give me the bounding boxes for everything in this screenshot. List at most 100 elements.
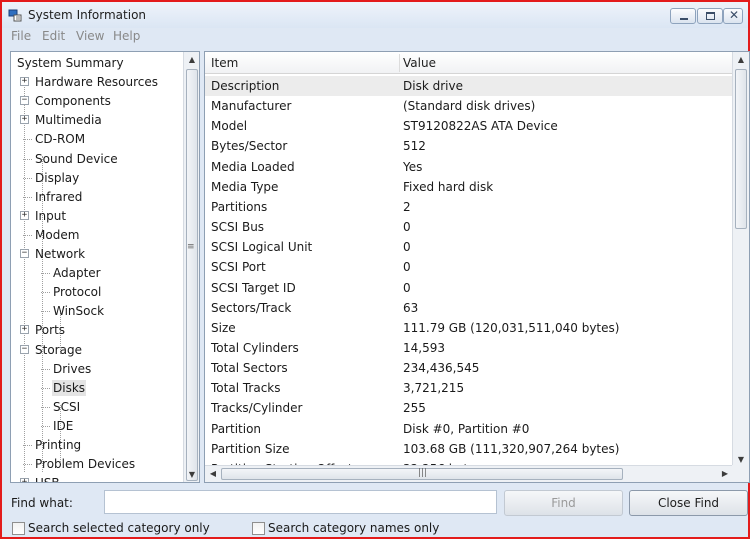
- tree-item-label: Problem Devices: [35, 457, 136, 472]
- row-value-cell: 0: [403, 240, 411, 255]
- tree-item-winsock[interactable]: WinSock: [53, 303, 104, 319]
- tree-item-printing[interactable]: Printing: [35, 437, 81, 453]
- menu-help[interactable]: Help: [113, 29, 140, 43]
- tree-item-label: Storage: [35, 342, 82, 357]
- column-value[interactable]: Value: [403, 56, 436, 70]
- table-row[interactable]: Partitions 2: [205, 197, 733, 217]
- row-value-cell: Fixed hard disk: [403, 179, 494, 194]
- minimize-button[interactable]: [670, 8, 696, 24]
- collapse-icon[interactable]: −: [20, 96, 29, 106]
- table-row[interactable]: Partition Size 103.68 GB (111,320,907,264…: [205, 439, 733, 459]
- expand-icon[interactable]: +: [20, 325, 29, 335]
- menu-view[interactable]: View: [76, 29, 104, 43]
- collapse-icon[interactable]: −: [20, 249, 29, 258]
- column-header: Item Value: [205, 52, 733, 74]
- row-value-cell: 0: [403, 260, 411, 275]
- window-title: System Information: [28, 8, 147, 22]
- table-row[interactable]: SCSI Logical Unit 0: [205, 237, 733, 257]
- tree-item-display[interactable]: Display: [35, 170, 79, 186]
- row-item-cell: Media Type: [211, 179, 279, 194]
- table-row[interactable]: Model ST9120822AS ATA Device: [205, 116, 733, 136]
- tree-item-infrared[interactable]: Infrared: [35, 189, 82, 205]
- tree-item-label: Printing: [35, 438, 82, 452]
- tree-item-storage[interactable]: Storage: [35, 342, 82, 358]
- find-input[interactable]: [104, 490, 497, 514]
- tree-item-drives[interactable]: Drives: [53, 361, 91, 377]
- tree-item-network[interactable]: Network: [35, 246, 85, 262]
- tree-item-usb[interactable]: USB: [35, 475, 60, 482]
- table-row[interactable]: Size 111.79 GB (120,031,511,040 bytes): [205, 318, 733, 338]
- table-row[interactable]: Manufacturer (Standard disk drives): [205, 96, 733, 116]
- tree-item-label: Adapter: [53, 266, 101, 281]
- search-selected-category-checkbox[interactable]: [12, 522, 25, 535]
- table-row[interactable]: Total Cylinders 14,593: [205, 338, 733, 358]
- table-row[interactable]: Media Type Fixed hard disk: [205, 177, 733, 197]
- close-button[interactable]: ✕: [723, 8, 743, 24]
- table-row[interactable]: Total Tracks 3,721,215: [205, 378, 733, 398]
- tree-item-multimedia[interactable]: Multimedia: [35, 112, 102, 128]
- menu-edit[interactable]: Edit: [42, 29, 65, 43]
- tree-item-sound-device[interactable]: Sound Device: [35, 151, 118, 167]
- find-what-label: Find what:: [11, 496, 73, 510]
- title-bar[interactable]: System Information ✕: [2, 2, 748, 28]
- tree-item-hardware-resources[interactable]: Hardware Resources: [35, 74, 158, 90]
- table-row[interactable]: SCSI Port 0: [205, 257, 733, 277]
- table-row[interactable]: Media Loaded Yes: [205, 157, 733, 177]
- column-separator[interactable]: [399, 54, 400, 72]
- tree-item-modem[interactable]: Modem: [35, 227, 79, 243]
- scroll-left-icon[interactable]: ◀: [205, 469, 221, 478]
- expand-icon[interactable]: +: [20, 210, 29, 220]
- list-vertical-scrollbar[interactable]: ▲ ▼: [732, 52, 749, 467]
- table-row[interactable]: Total Sectors 234,436,545: [205, 358, 733, 378]
- row-item-cell: Partition Size: [211, 441, 290, 456]
- category-tree[interactable]: System Summary Hardware Resources + Compone…: [10, 51, 200, 483]
- row-item-cell: Tracks/Cylinder: [211, 401, 303, 416]
- list-scroll-thumb[interactable]: [735, 69, 747, 229]
- table-row[interactable]: SCSI Target ID 0: [205, 278, 733, 298]
- system-information-icon: [8, 9, 22, 22]
- scroll-down-icon[interactable]: ▼: [733, 455, 749, 464]
- maximize-button[interactable]: [697, 8, 723, 24]
- tree-item-input[interactable]: Input: [35, 208, 66, 224]
- tree-item-problem-devices[interactable]: Problem Devices: [35, 456, 135, 472]
- tree-item-protocol[interactable]: Protocol: [53, 284, 101, 300]
- tree-item-adapter[interactable]: Adapter: [53, 265, 101, 281]
- scroll-right-icon[interactable]: ▶: [717, 469, 733, 478]
- row-value-cell: ST9120822AS ATA Device: [403, 119, 558, 134]
- menu-file[interactable]: File: [11, 29, 31, 43]
- menu-bar: File Edit View Help: [2, 28, 748, 46]
- close-find-button[interactable]: Close Find: [629, 490, 748, 516]
- table-row[interactable]: Tracks/Cylinder 255: [205, 398, 733, 418]
- maximize-icon: [706, 12, 715, 20]
- tree-item-label: Hardware Resources: [35, 75, 159, 90]
- tree-item-cd-rom[interactable]: CD-ROM: [35, 131, 85, 147]
- tree-connector: [24, 80, 25, 472]
- table-row[interactable]: Bytes/Sector 512: [205, 136, 733, 156]
- tree-item-components[interactable]: Components: [35, 93, 111, 109]
- table-row[interactable]: Sectors/Track 63: [205, 298, 733, 318]
- row-item-cell: Total Tracks: [211, 381, 281, 396]
- list-horizontal-scrollbar[interactable]: ◀ ||| ▶: [205, 465, 733, 482]
- tree-item-system-summary[interactable]: System Summary: [17, 55, 124, 71]
- table-row[interactable]: Partition Disk #0, Partition #0: [205, 419, 733, 439]
- scroll-up-icon[interactable]: ▲: [733, 55, 749, 64]
- column-item[interactable]: Item: [211, 56, 238, 70]
- tree-item-disks[interactable]: Disks: [52, 379, 87, 396]
- tree-item-scsi[interactable]: SCSI: [53, 399, 80, 415]
- tree-item-ide[interactable]: IDE: [53, 418, 73, 434]
- tree-item-ports[interactable]: Ports: [35, 322, 65, 338]
- scroll-down-icon[interactable]: ▼: [184, 470, 199, 479]
- search-category-names-checkbox[interactable]: [252, 522, 265, 535]
- search-selected-category-label: Search selected category only: [28, 521, 210, 535]
- table-row[interactable]: Description Disk drive: [205, 76, 733, 96]
- tree-scroll-thumb[interactable]: [186, 69, 198, 481]
- scroll-up-icon[interactable]: ▲: [184, 55, 199, 64]
- collapse-icon[interactable]: −: [20, 344, 29, 354]
- expand-icon[interactable]: +: [20, 478, 29, 482]
- expand-icon[interactable]: +: [20, 115, 29, 125]
- tree-vertical-scrollbar[interactable]: ▲ ≡ ▼: [183, 52, 199, 482]
- table-row[interactable]: SCSI Bus 0: [205, 217, 733, 237]
- details-list[interactable]: Item Value Description Disk drive Manufact…: [204, 51, 750, 483]
- expand-icon[interactable]: +: [20, 77, 29, 87]
- find-button[interactable]: Find: [504, 490, 623, 516]
